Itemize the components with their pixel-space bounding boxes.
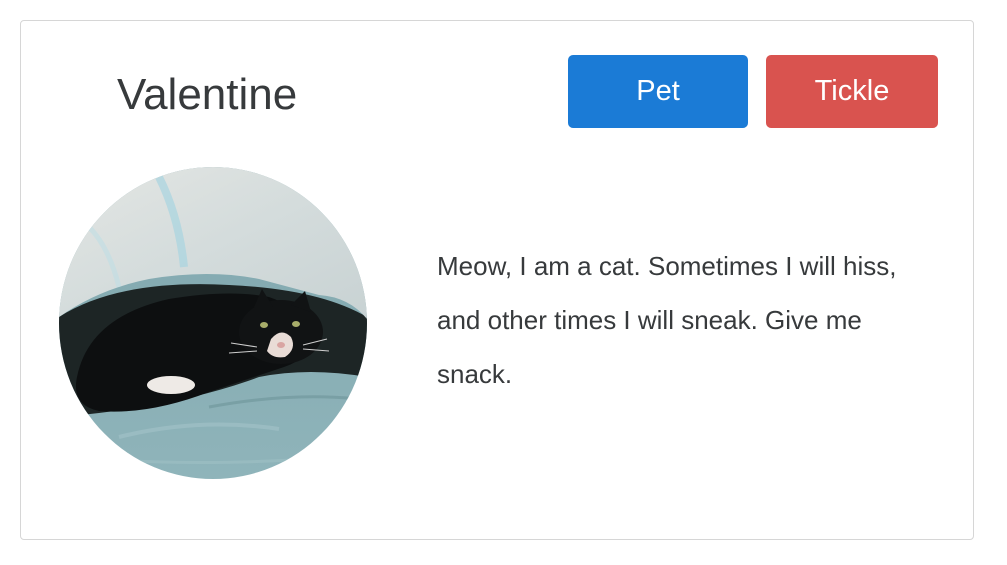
pet-button[interactable]: Pet [568,55,748,128]
tickle-button[interactable]: Tickle [766,55,938,128]
cat-card: Valentine Pet Tickle Meow, I am a cat. S… [20,20,974,540]
cat-photo [59,167,367,479]
cat-name-title: Valentine [117,70,298,119]
cat-bio: Meow, I am a cat. Sometimes I will hiss,… [437,251,897,389]
cat-avatar [59,167,367,479]
